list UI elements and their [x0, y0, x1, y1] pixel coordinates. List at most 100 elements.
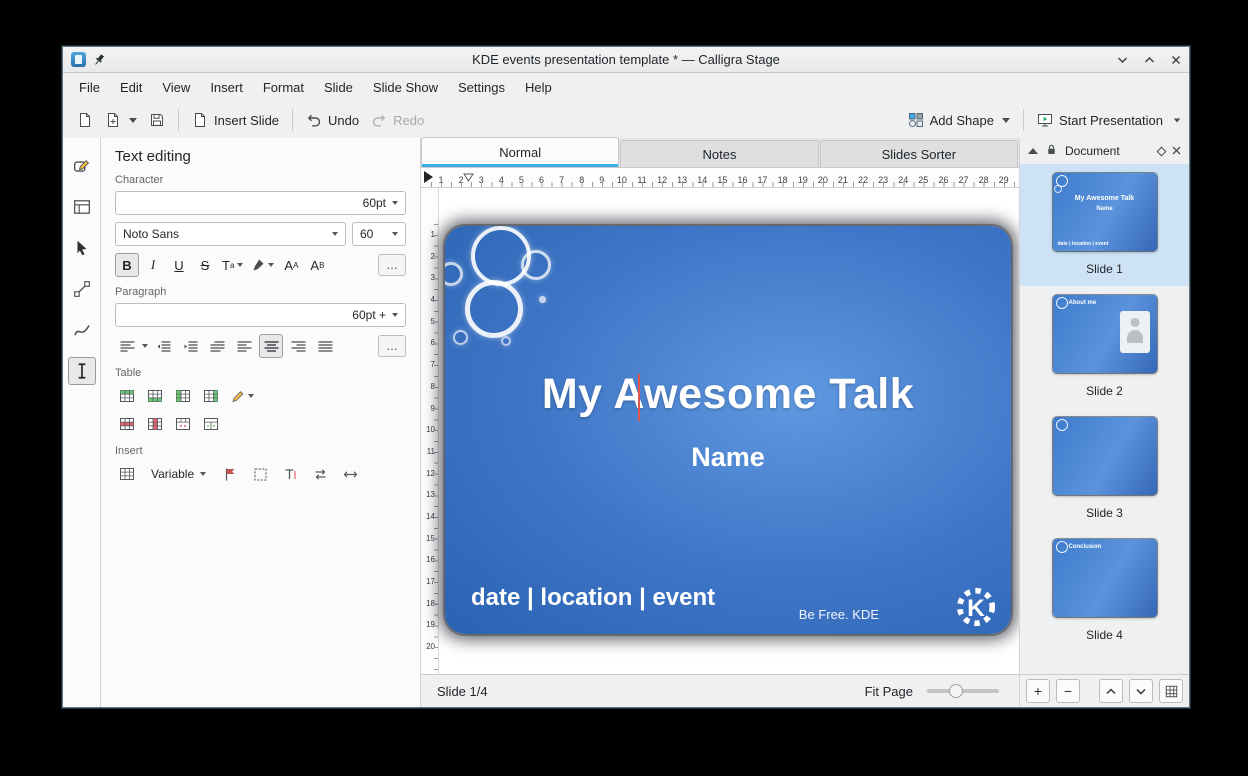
superscript-button[interactable]: AA	[279, 253, 303, 277]
subscript-button[interactable]: AB	[305, 253, 329, 277]
zoom-mode-label[interactable]: Fit Page	[865, 684, 913, 699]
minimize-button[interactable]	[1117, 56, 1128, 64]
align-center-button[interactable]	[259, 334, 283, 358]
paragraph-more-button[interactable]: …	[378, 335, 406, 357]
delete-row-button[interactable]	[115, 412, 139, 436]
strikethrough-button[interactable]: S	[193, 253, 217, 277]
italic-button[interactable]: I	[141, 253, 165, 277]
slide-footer-textbox[interactable]: date | location | event	[471, 584, 715, 612]
tab-normal[interactable]: Normal	[421, 137, 619, 167]
add-shape-button[interactable]: Add Shape	[902, 107, 1016, 133]
text-direction-button[interactable]	[115, 334, 139, 358]
freehand-path-tool-button[interactable]	[68, 316, 96, 344]
save-button[interactable]	[143, 107, 171, 133]
split-cells-button[interactable]	[199, 412, 223, 436]
underline-button[interactable]: U	[167, 253, 191, 277]
chevron-down-icon[interactable]	[142, 344, 148, 348]
move-slide-up-button[interactable]	[1099, 679, 1123, 703]
slide-thumbnail-item[interactable]: Slide 3	[1020, 408, 1189, 530]
menu-slide-show[interactable]: Slide Show	[363, 75, 448, 100]
align-justify-button[interactable]	[313, 334, 337, 358]
insert-slide-button[interactable]: Insert Slide	[186, 107, 285, 133]
vertical-ruler[interactable]: 1234567891011121314151617181920	[421, 188, 439, 674]
text-tool-button[interactable]	[68, 357, 96, 385]
insert-frame-button[interactable]	[248, 462, 272, 486]
horizontal-ruler[interactable]: 1234567891011121314151617181920212223242…	[421, 168, 1019, 188]
slide-title-textbox[interactable]: My Awesome Talk	[445, 370, 1011, 419]
undo-button[interactable]: Undo	[300, 107, 365, 133]
slide-page[interactable]: My Awesome Talk Name date | location | e…	[445, 226, 1011, 634]
insert-column-right-button[interactable]	[199, 384, 223, 408]
shape-handling-tool-button[interactable]	[68, 152, 96, 180]
collapse-icon[interactable]	[1028, 148, 1038, 154]
change-case-button[interactable]: Ta	[219, 253, 246, 277]
bubble-decoration	[521, 250, 551, 280]
slide-thumbnail-item[interactable]: About me Slide 2	[1020, 286, 1189, 408]
ruler-position-marker[interactable]	[463, 169, 474, 187]
slide-1-thumbnail[interactable]: My Awesome Talk Name date | location | e…	[1053, 173, 1157, 251]
insert-column-left-button[interactable]	[171, 384, 195, 408]
slide-2-thumbnail[interactable]: About me	[1053, 295, 1157, 373]
slide-4-thumbnail[interactable]: Conclusion	[1053, 539, 1157, 617]
menu-file[interactable]: File	[69, 75, 110, 100]
tab-slides-sorter[interactable]: Slides Sorter	[820, 140, 1018, 167]
slide-subtitle-textbox[interactable]: Name	[445, 442, 1011, 473]
slide-canvas[interactable]: 1234567891011121314151617181920 My Aweso…	[421, 188, 1019, 674]
remove-slide-button[interactable]: −	[1056, 679, 1080, 703]
align-right-button[interactable]	[286, 334, 310, 358]
variable-dropdown[interactable]: Variable	[145, 464, 212, 484]
menu-insert[interactable]: Insert	[200, 75, 253, 100]
delete-column-button[interactable]	[143, 412, 167, 436]
paragraph-style-combobox[interactable]: 60pt +	[115, 303, 406, 327]
add-slide-button[interactable]: +	[1026, 679, 1050, 703]
align-left-button[interactable]	[232, 334, 256, 358]
increase-indent-button[interactable]	[178, 334, 202, 358]
lock-icon[interactable]	[1045, 143, 1058, 159]
insert-bookmark-button[interactable]	[218, 462, 242, 486]
font-family-combobox[interactable]: Noto Sans	[115, 222, 346, 246]
thumbnail-view-button[interactable]	[1159, 679, 1183, 703]
text-frame-tool-button[interactable]	[68, 193, 96, 221]
resize-arrows-button[interactable]	[338, 462, 362, 486]
insert-row-below-button[interactable]	[143, 384, 167, 408]
slide-thumbnail-item[interactable]: Conclusion Slide 4	[1020, 530, 1189, 652]
zoom-slider-handle[interactable]	[949, 684, 963, 698]
titlebar[interactable]: KDE events presentation template * — Cal…	[63, 47, 1189, 73]
float-icon[interactable]	[1157, 146, 1167, 156]
character-more-button[interactable]: …	[378, 254, 406, 276]
new-document-button[interactable]	[71, 107, 99, 133]
insert-table-button[interactable]	[115, 462, 139, 486]
close-icon[interactable]	[1172, 144, 1181, 158]
open-document-button[interactable]	[99, 107, 143, 133]
start-presentation-button[interactable]: Start Presentation	[1031, 107, 1169, 133]
merge-cells-button[interactable]	[171, 412, 195, 436]
tab-notes[interactable]: Notes	[620, 140, 818, 167]
menu-slide[interactable]: Slide	[314, 75, 363, 100]
pin-icon[interactable]	[92, 53, 106, 67]
maximize-button[interactable]	[1144, 56, 1155, 64]
zoom-slider[interactable]	[927, 689, 999, 693]
character-style-combobox[interactable]: 60pt	[115, 191, 406, 215]
menu-help[interactable]: Help	[515, 75, 562, 100]
first-line-indent-button[interactable]	[205, 334, 229, 358]
menu-edit[interactable]: Edit	[110, 75, 152, 100]
menu-format[interactable]: Format	[253, 75, 314, 100]
slide-3-thumbnail[interactable]	[1053, 417, 1157, 495]
bold-button[interactable]: B	[115, 253, 139, 277]
font-size-combobox[interactable]: 60	[352, 222, 406, 246]
select-tool-button[interactable]	[68, 234, 96, 262]
text-color-button[interactable]	[248, 253, 277, 277]
decrease-indent-button[interactable]	[151, 334, 175, 358]
swap-arrows-button[interactable]	[308, 462, 332, 486]
move-slide-down-button[interactable]	[1129, 679, 1153, 703]
table-border-pen-button[interactable]	[227, 384, 257, 408]
redo-button[interactable]: Redo	[365, 107, 430, 133]
menu-settings[interactable]: Settings	[448, 75, 515, 100]
menu-view[interactable]: View	[152, 75, 200, 100]
close-button[interactable]	[1171, 55, 1181, 65]
connector-tool-button[interactable]	[68, 275, 96, 303]
insert-row-above-button[interactable]	[115, 384, 139, 408]
slide-thumbnail-item[interactable]: My Awesome Talk Name date | location | e…	[1020, 164, 1189, 286]
toolbar-overflow-icon[interactable]	[1174, 118, 1180, 122]
insert-text-button[interactable]	[278, 462, 302, 486]
